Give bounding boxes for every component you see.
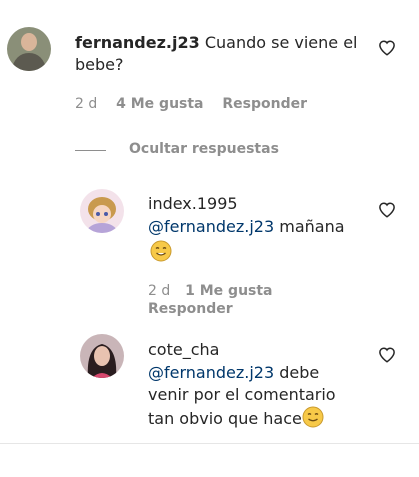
comment-username[interactable]: fernandez.j23 [75, 33, 200, 52]
reply-1-mention[interactable]: @fernandez.j23 [148, 217, 274, 236]
reply-1-text: mañana [279, 217, 345, 236]
bottom-separator [0, 443, 419, 444]
reply-1-emoji [150, 240, 172, 262]
comment-time: 2 d [75, 96, 98, 112]
reply-1-reply-button[interactable]: Responder [148, 300, 233, 318]
heart-outline-icon [379, 202, 395, 218]
comment-body: fernandez.j23 Cuando se viene el bebe? [75, 32, 375, 76]
reply-2-text-2: venir por el comentario [148, 385, 336, 404]
comment-likes[interactable]: 4 Me gusta [116, 96, 203, 112]
heart-outline-icon [379, 40, 395, 56]
like-comment-button[interactable] [378, 39, 396, 57]
reply-2-body: @fernandez.j23 debe venir por el comenta… [148, 362, 368, 430]
comment-reply-button[interactable]: Responder [222, 96, 307, 112]
comment-meta: 2 d 4 Me gusta Responder [75, 95, 375, 113]
reply-1-meta: 2 d 1 Me gusta [148, 282, 368, 300]
heart-outline-icon [379, 347, 395, 363]
like-reply-2-button[interactable] [378, 346, 396, 364]
hide-replies-button[interactable]: Ocultar respuestas [129, 140, 279, 158]
reply-1-likes[interactable]: 1 Me gusta [185, 283, 272, 299]
avatar-index1995[interactable] [80, 189, 124, 233]
replies-divider [75, 150, 106, 151]
reply-2-text-3: tan obvio que hace [148, 409, 302, 428]
reply-1-username[interactable]: index.1995 [148, 193, 238, 215]
reply-2-text-1: debe [279, 363, 320, 382]
smiling-face-emoji [150, 240, 172, 262]
avatar-cote-cha[interactable] [80, 334, 124, 378]
reply-1-time: 2 d [148, 283, 171, 299]
like-reply-1-button[interactable] [378, 201, 396, 219]
reply-2-username[interactable]: cote_cha [148, 339, 219, 361]
avatar-fernandez[interactable] [7, 27, 51, 71]
reply-1-body: @fernandez.j23 mañana [148, 216, 368, 238]
smiling-face-emoji [302, 406, 324, 428]
reply-2-mention[interactable]: @fernandez.j23 [148, 363, 274, 382]
